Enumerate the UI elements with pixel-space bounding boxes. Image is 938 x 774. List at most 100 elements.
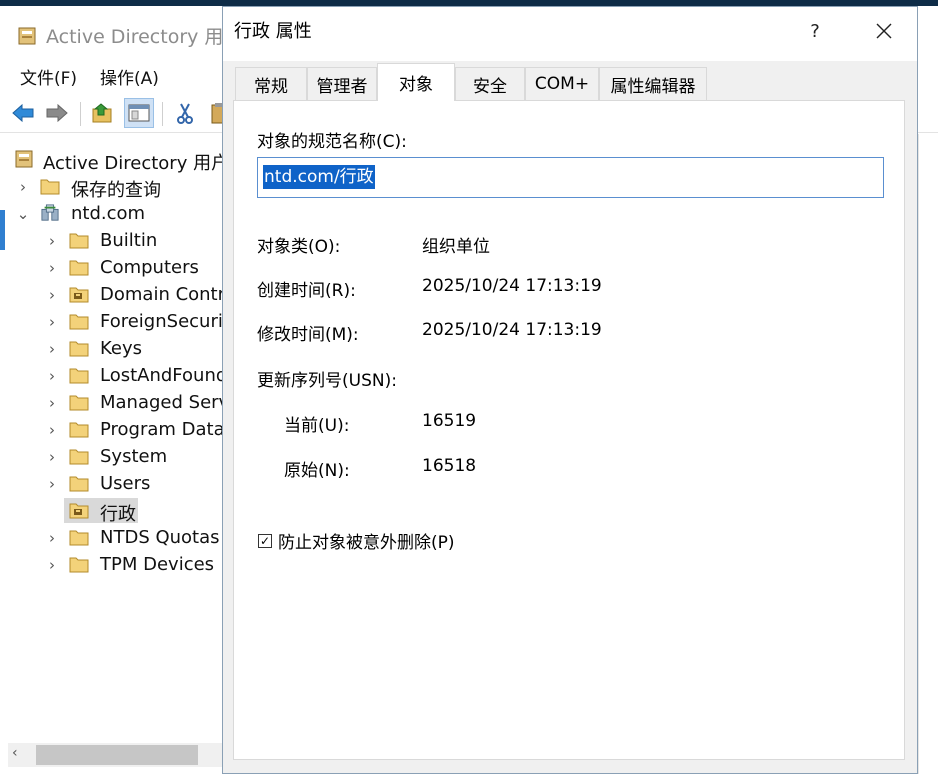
folder-icon <box>69 422 89 438</box>
modified-label: 修改时间(M): <box>257 325 359 345</box>
expand-chevron-icon[interactable]: › <box>43 308 61 335</box>
tab-managed-by[interactable]: 管理者 <box>307 67 377 100</box>
tree-item-lost-and-found[interactable]: › LostAndFound <box>8 362 222 389</box>
folder-icon <box>69 233 89 249</box>
usn-original-value: 16518 <box>422 456 477 476</box>
help-button[interactable]: ? <box>795 9 835 53</box>
cut-button[interactable] <box>170 98 200 128</box>
expand-chevron-icon[interactable]: › <box>43 551 61 578</box>
tree-item-label: Computers <box>100 257 199 278</box>
folder-icon <box>69 260 89 276</box>
tree-item-users[interactable]: › Users <box>8 470 222 497</box>
show-hide-tree-button[interactable] <box>124 98 154 128</box>
expand-chevron-icon[interactable]: › <box>43 524 61 551</box>
menu-action[interactable]: 操作(A) <box>100 64 159 89</box>
dialog-title-bar: 行政 属性 ? <box>223 7 917 61</box>
tree-item-program-data[interactable]: › Program Data <box>8 416 222 443</box>
tree-item-builtin[interactable]: › Builtin <box>8 227 222 254</box>
folder-icon <box>69 557 89 573</box>
tree-item-label: TPM Devices <box>100 554 215 575</box>
checkbox-box[interactable]: ✓ <box>258 533 272 548</box>
tree-horizontal-scrollbar[interactable]: ‹ <box>8 743 222 767</box>
cut-icon <box>177 103 193 124</box>
tree-item-managed-service[interactable]: › Managed Service Accounts <box>8 389 222 416</box>
tree-item-system[interactable]: › System <box>8 443 222 470</box>
domain-icon <box>41 204 59 221</box>
folder-icon <box>69 476 89 492</box>
collapse-chevron-icon[interactable]: ⌄ <box>14 200 32 227</box>
back-button[interactable] <box>8 98 38 128</box>
tree-item-admin-ou[interactable]: 行政 <box>8 497 222 525</box>
usn-current-value: 16519 <box>422 411 477 431</box>
up-level-button[interactable] <box>88 98 118 128</box>
tab-security[interactable]: 安全 <box>455 67 525 100</box>
tab-attribute-editor[interactable]: 属性编辑器 <box>599 67 707 100</box>
folder-icon <box>69 368 89 384</box>
tree-root[interactable]: Active Directory 用户和 <box>8 146 222 174</box>
tree-item-label: Domain Controllers <box>100 284 222 305</box>
tree-item-label: Builtin <box>100 230 158 251</box>
tree-item-domain-controllers[interactable]: › Domain Controllers <box>8 281 222 308</box>
toolbar-separator <box>80 102 81 126</box>
properties-dialog: 行政 属性 ? 常规 管理者 对象 安全 COM+ 属性编辑器 对象的规范名称(… <box>222 6 918 774</box>
forward-button[interactable] <box>42 98 72 128</box>
tree-item-ntds-quotas[interactable]: › NTDS Quotas <box>8 524 222 551</box>
tree-item-label: System <box>100 446 168 467</box>
protect-deletion-checkbox[interactable]: ✓ 防止对象被意外删除(P) <box>258 528 455 553</box>
tree-item-label: Program Data <box>100 419 222 440</box>
up-folder-icon <box>92 103 112 123</box>
tab-com-plus[interactable]: COM+ <box>525 67 599 100</box>
ou-icon <box>69 503 89 519</box>
tree-item-computers[interactable]: › Computers <box>8 254 222 281</box>
canonical-name-value[interactable]: ntd.com/行政 <box>263 165 375 189</box>
tree-item-domain[interactable]: ⌄ ntd.com <box>8 200 222 227</box>
created-value: 2025/10/24 17:13:19 <box>422 276 602 296</box>
expand-chevron-icon[interactable]: › <box>43 470 61 497</box>
tree-item-label: 保存的查询 <box>71 180 161 201</box>
canonical-name-label: 对象的规范名称(C): <box>257 132 407 152</box>
expand-chevron-icon[interactable]: › <box>43 227 61 254</box>
aduc-window-title: Active Directory 用户 <box>46 26 243 48</box>
tab-general[interactable]: 常规 <box>235 67 307 100</box>
expand-chevron-icon[interactable]: › <box>43 416 61 443</box>
protect-deletion-label: 防止对象被意外删除(P) <box>278 533 455 553</box>
folder-icon <box>69 314 89 330</box>
tree-item-foreign-security[interactable]: › ForeignSecurityPrincipals <box>8 308 222 335</box>
aduc-right-pane-edge <box>918 134 938 774</box>
usn-current-label: 当前(U): <box>284 416 350 436</box>
tree-item-tpm-devices[interactable]: › TPM Devices <box>8 551 222 578</box>
dialog-title: 行政 属性 <box>234 21 312 42</box>
tree-item-label: NTDS Quotas <box>100 527 220 548</box>
close-button[interactable] <box>859 9 909 53</box>
tree-item-label: ForeignSecurityPrincipals <box>100 311 222 332</box>
desktop-edge-accent <box>0 210 5 250</box>
back-arrow-icon <box>12 103 34 123</box>
tree-item-saved-queries[interactable]: › 保存的查询 <box>8 173 222 202</box>
expand-chevron-icon[interactable]: › <box>43 389 61 416</box>
object-class-value: 组织单位 <box>422 237 490 257</box>
tree-item-label: Users <box>100 473 151 494</box>
expand-chevron-icon[interactable]: › <box>43 362 61 389</box>
scroll-left-icon[interactable]: ‹ <box>12 745 18 761</box>
expand-chevron-icon[interactable]: › <box>43 335 61 362</box>
check-mark-icon: ✓ <box>259 533 271 548</box>
tree-item-keys[interactable]: › Keys <box>8 335 222 362</box>
menu-file[interactable]: 文件(F) <box>20 64 77 89</box>
tree-item-label: 行政 <box>100 504 136 525</box>
folder-icon <box>69 449 89 465</box>
expand-chevron-icon[interactable]: › <box>43 443 61 470</box>
expand-chevron-icon[interactable]: › <box>43 254 61 281</box>
object-tab-panel: 对象的规范名称(C): ntd.com/行政 对象类(O): 组织单位 创建时间… <box>233 100 905 760</box>
object-class-label: 对象类(O): <box>257 237 341 257</box>
tree-item-label: LostAndFound <box>100 365 222 386</box>
tree-item-label: ntd.com <box>71 203 146 224</box>
tab-object[interactable]: 对象 <box>377 63 455 101</box>
expand-chevron-icon[interactable]: › <box>43 281 61 308</box>
expand-chevron-icon[interactable]: › <box>14 173 32 200</box>
ou-icon <box>69 287 89 303</box>
scrollbar-thumb[interactable] <box>36 745 198 765</box>
canonical-name-field[interactable]: ntd.com/行政 <box>257 157 884 198</box>
toolbar-separator <box>162 102 163 126</box>
folder-icon <box>40 179 60 195</box>
tree-item-label: Keys <box>100 338 143 359</box>
